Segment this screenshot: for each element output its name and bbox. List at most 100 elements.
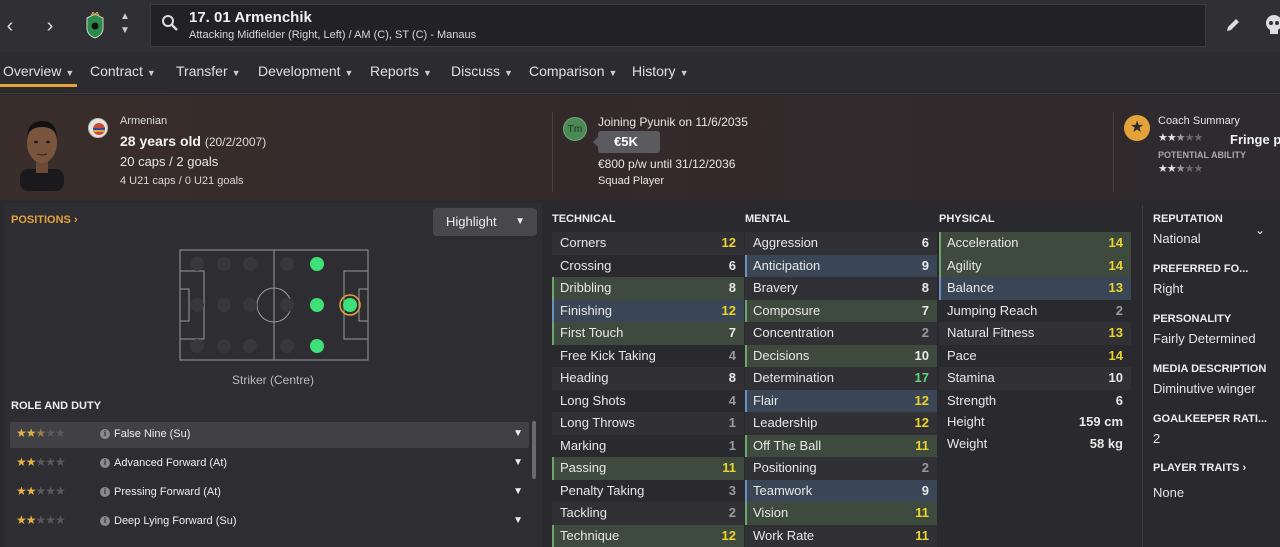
attribute-row[interactable]: Leadership 12: [745, 412, 937, 435]
attribute-row[interactable]: Corners 12: [552, 232, 744, 255]
attribute-row[interactable]: Penalty Taking 3: [552, 480, 744, 503]
mental-attributes: MENTAL Aggression 6 Anticipation 9 Bravery…: [745, 210, 937, 547]
positions-heading[interactable]: POSITIONS ›: [11, 214, 78, 226]
reputation-value: National: [1153, 231, 1201, 246]
attribute-row[interactable]: Concentration 2: [745, 322, 937, 345]
attribute-row[interactable]: Vision 11: [745, 502, 937, 525]
attribute-row[interactable]: Long Throws 1: [552, 412, 744, 435]
attribute-row[interactable]: Aggression 6: [745, 232, 937, 255]
role-name: Pressing Forward (At): [114, 486, 221, 498]
coach-summary-label: Coach Summary: [1158, 115, 1240, 127]
chevron-down-icon[interactable]: ▼: [513, 486, 523, 497]
attribute-row[interactable]: Positioning 2: [745, 457, 937, 480]
transfer-fee[interactable]: €5K: [593, 131, 660, 153]
highlight-dropdown[interactable]: Highlight ▼: [433, 208, 537, 236]
attribute-row[interactable]: Long Shots 4: [552, 390, 744, 413]
tab-comparison[interactable]: Comparison ▼: [529, 63, 617, 79]
attribute-row[interactable]: Free Kick Taking 4: [552, 345, 744, 368]
info-icon[interactable]: i: [100, 429, 110, 439]
attribute-row[interactable]: Work Rate 11: [745, 524, 937, 547]
attribute-row[interactable]: Strength 6: [939, 390, 1131, 413]
armenia-flag-icon: [88, 118, 108, 138]
reputation-label: REPUTATION: [1153, 213, 1223, 225]
attribute-row[interactable]: Off The Ball 11: [745, 434, 937, 457]
role-duty-heading: ROLE AND DUTY: [11, 400, 102, 412]
attribute-row[interactable]: Determination 17: [745, 367, 937, 390]
chevron-down-icon[interactable]: ▼: [513, 515, 523, 526]
attribute-row[interactable]: Flair 12: [745, 389, 937, 412]
chevron-down-icon[interactable]: ⌄: [1255, 223, 1265, 237]
technical-attributes: TECHNICAL Corners 12 Crossing 6 Dribbling 8…: [552, 210, 744, 547]
role-row[interactable]: ★★★★★ i Pressing Forward (At) ▼: [10, 480, 529, 506]
role-row[interactable]: ★★★★★ i Advanced Forward (At) ▼: [10, 451, 529, 477]
role-row[interactable]: ★★★★★ i Deep Lying Forward (Su) ▼: [10, 509, 529, 535]
role-stars: ★★★★★: [16, 455, 66, 469]
weight-value: 58 kg: [1089, 436, 1123, 451]
attribute-row[interactable]: Crossing 6: [552, 255, 744, 278]
attribute-row[interactable]: Stamina 10: [939, 367, 1131, 390]
attribute-row[interactable]: Anticipation 9: [745, 254, 937, 277]
chevron-down-icon[interactable]: ▼: [513, 457, 523, 468]
player-title: 17. 01 Armenchik: [189, 9, 312, 26]
skull-icon[interactable]: [1264, 14, 1280, 36]
attribute-row[interactable]: Jumping Reach 2: [939, 300, 1131, 323]
attribute-row[interactable]: Natural Fitness 13: [939, 322, 1131, 345]
tab-history[interactable]: History ▼: [632, 63, 688, 79]
info-icon[interactable]: i: [100, 516, 110, 526]
weight-row: Weight 58 kg: [947, 436, 1123, 451]
attribute-row[interactable]: Tackling 2: [552, 502, 744, 525]
attribute-row[interactable]: Dribbling 8: [552, 277, 744, 300]
player-traits-value: None: [1153, 485, 1185, 500]
tab-reports[interactable]: Reports ▼: [370, 63, 432, 79]
tab-contract[interactable]: Contract ▼: [90, 63, 156, 79]
player-face-image: [20, 121, 64, 191]
international-caps: 20 caps / 2 goals: [120, 154, 219, 169]
height-value: 159 cm: [1078, 414, 1123, 429]
preferred-foot-value: Right: [1153, 281, 1184, 296]
attribute-row[interactable]: Balance 13: [939, 277, 1131, 300]
info-icon[interactable]: i: [100, 487, 110, 497]
attribute-row[interactable]: Passing 11: [552, 457, 744, 480]
info-icon[interactable]: i: [100, 458, 110, 468]
role-row[interactable]: ★★★★★ i False Nine (Su) ▼: [10, 422, 529, 448]
attribute-row[interactable]: Composure 7: [745, 299, 937, 322]
player-header: Armenian 28 years old (20/2/2007) 20 cap…: [0, 95, 1280, 200]
attribute-row[interactable]: First Touch 7: [552, 322, 744, 345]
player-search-box[interactable]: 17. 01 Armenchik Attacking Midfielder (R…: [150, 4, 1206, 47]
player-updown-icon[interactable]: ▲ ▼: [118, 10, 132, 38]
height-label: Height: [947, 414, 985, 429]
tab-bar: Overview ▼ Contract ▼ Transfer ▼ Developmen…: [0, 52, 1280, 94]
club-badge-icon[interactable]: [84, 12, 106, 40]
forward-arrow-icon[interactable]: ›: [40, 14, 60, 38]
attribute-row[interactable]: Technique 12: [552, 524, 744, 547]
attribute-row[interactable]: Teamwork 9: [745, 479, 937, 502]
attribute-row[interactable]: Decisions 10: [745, 344, 937, 367]
attribute-row[interactable]: Finishing 12: [552, 299, 744, 322]
attribute-row[interactable]: Pace 14: [939, 345, 1131, 368]
attribute-row[interactable]: Acceleration 14: [939, 232, 1131, 255]
tab-transfer[interactable]: Transfer ▼: [176, 63, 241, 79]
role-stars: ★★★★★: [16, 426, 66, 440]
transfer-badge-icon: Tm: [563, 117, 587, 141]
player-traits-link[interactable]: PLAYER TRAITS ›: [1153, 462, 1246, 474]
attribute-row[interactable]: Marking 1: [552, 435, 744, 458]
attribute-row[interactable]: Agility 14: [939, 254, 1131, 277]
tab-development[interactable]: Development ▼: [258, 63, 353, 79]
role-name: False Nine (Su): [114, 428, 191, 440]
tab-overview[interactable]: Overview ▼: [3, 63, 74, 79]
age: 28 years old (20/2/2007): [120, 133, 266, 149]
edit-pencil-icon[interactable]: [1224, 16, 1242, 34]
back-arrow-icon[interactable]: ‹: [0, 14, 20, 38]
selected-position-label: Striker (Centre): [231, 373, 314, 387]
roles-scrollbar[interactable]: [532, 421, 536, 479]
attribute-row[interactable]: Bravery 8: [745, 277, 937, 300]
tab-discuss[interactable]: Discuss ▼: [451, 63, 513, 79]
goalkeeper-rating-value: 2: [1153, 431, 1161, 446]
header-divider: [552, 112, 553, 192]
chevron-down-icon[interactable]: ▼: [513, 428, 523, 439]
wage: €800 p/w until 31/12/2036: [598, 157, 736, 171]
player-info-panel: REPUTATION National ⌄ PREFERRED FO... Ri…: [1142, 205, 1280, 547]
technical-heading: TECHNICAL: [552, 213, 616, 225]
attribute-row[interactable]: Heading 8: [552, 367, 744, 390]
role-stars: ★★★★★: [16, 484, 66, 498]
